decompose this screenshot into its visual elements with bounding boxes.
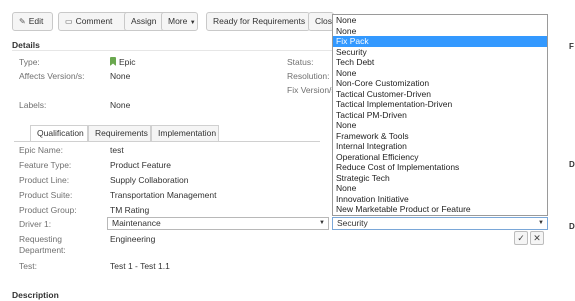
cancel-edit-button[interactable]: ✕	[530, 231, 544, 245]
driver2-select-value: Security	[337, 218, 368, 228]
tab-implementation[interactable]: Implementation	[151, 125, 219, 142]
labels-value: None	[110, 100, 131, 110]
epic-name-value[interactable]: test	[110, 145, 124, 155]
requesting-department-value[interactable]: Engineering	[110, 234, 155, 244]
type-value: Epic	[110, 57, 136, 67]
product-group-label: Product Group:	[19, 205, 77, 215]
product-line-label: Product Line:	[19, 175, 70, 185]
feature-type-value[interactable]: Product Feature	[110, 160, 171, 170]
edit-button-label: Edit	[28, 16, 44, 26]
requesting-department-label-line1: Requesting	[19, 234, 63, 244]
dropdown-option[interactable]: New Marketable Product or Feature	[333, 204, 547, 215]
epic-name-label: Epic Name:	[19, 145, 63, 155]
chevron-down-icon: ▼	[538, 220, 544, 226]
tab-requirements[interactable]: Requirements	[88, 125, 151, 142]
type-value-text: Epic	[119, 57, 136, 67]
close-issue-button[interactable]: Close	[308, 12, 334, 31]
edit-button[interactable]: ✎ Edit	[12, 12, 53, 31]
right-panel-clip-2: D	[569, 160, 575, 169]
speech-bubble-icon: ▭	[65, 17, 73, 26]
pencil-icon: ✎	[19, 17, 26, 26]
close-icon: ✕	[533, 233, 541, 243]
dropdown-option[interactable]: None	[333, 26, 547, 37]
more-button-label: More	[168, 16, 188, 26]
description-heading: Description	[12, 290, 59, 300]
driver1-select[interactable]: Maintenance ▼	[107, 217, 329, 230]
product-line-value[interactable]: Supply Collaboration	[110, 175, 188, 185]
epic-flag-icon	[110, 57, 116, 66]
details-divider	[12, 50, 332, 51]
test-value[interactable]: Test 1 - Test 1.1	[110, 261, 170, 271]
more-button[interactable]: More ▼	[161, 12, 198, 31]
details-heading: Details	[12, 40, 40, 50]
resolution-label: Resolution:	[287, 71, 330, 81]
driver2-dropdown-list[interactable]: None None Fix Pack Security Tech Debt None Non…	[332, 14, 548, 216]
assign-button-label: Assign	[131, 16, 157, 26]
product-suite-label: Product Suite:	[19, 190, 73, 200]
dropdown-option[interactable]: Internal Integration	[333, 141, 547, 152]
dropdown-option[interactable]: Security	[333, 47, 547, 58]
ready-for-requirements-button[interactable]: Ready for Requirements	[206, 12, 310, 31]
right-panel-clip-3: D	[569, 222, 575, 231]
check-icon: ✓	[517, 233, 525, 243]
comment-button[interactable]: ▭ Comment	[58, 12, 131, 31]
fix-version-label: Fix Version/s	[287, 85, 336, 95]
dropdown-option[interactable]: Non-Core Customization	[333, 78, 547, 89]
affects-version-value: None	[110, 71, 131, 81]
feature-type-label: Feature Type:	[19, 160, 72, 170]
right-panel-clip-1: F	[569, 42, 574, 51]
dropdown-option[interactable]: Framework & Tools	[333, 131, 547, 142]
dropdown-option[interactable]: Strategic Tech	[333, 173, 547, 184]
dropdown-option[interactable]: None	[333, 183, 547, 194]
dropdown-option[interactable]: Reduce Cost of Implementations	[333, 162, 547, 173]
dropdown-option[interactable]: None	[333, 120, 547, 131]
requesting-department-label-line2: Department:	[19, 245, 66, 255]
status-label: Status:	[287, 57, 314, 67]
dropdown-option[interactable]: Tactical PM-Driven	[333, 110, 547, 121]
test-label: Test:	[19, 261, 37, 271]
type-label: Type:	[19, 57, 40, 67]
dropdown-option[interactable]: Tactical Implementation-Driven	[333, 99, 547, 110]
dropdown-option[interactable]: None	[333, 15, 547, 26]
chevron-down-icon: ▼	[319, 220, 325, 226]
dropdown-option[interactable]: Operational Efficiency	[333, 152, 547, 163]
confirm-edit-button[interactable]: ✓	[514, 231, 528, 245]
dropdown-option[interactable]: None	[333, 68, 547, 79]
chevron-down-icon: ▼	[189, 20, 196, 26]
dropdown-option[interactable]: Tech Debt	[333, 57, 547, 68]
dropdown-option[interactable]: Innovation Initiative	[333, 194, 547, 205]
comment-button-label: Comment	[75, 16, 113, 26]
product-group-value[interactable]: TM Rating	[110, 205, 149, 215]
driver2-select[interactable]: Security ▼	[332, 217, 548, 230]
affects-version-label: Affects Version/s:	[19, 71, 85, 81]
labels-label: Labels:	[19, 100, 47, 110]
tab-divider	[14, 141, 320, 142]
product-suite-value[interactable]: Transportation Management	[110, 190, 216, 200]
driver1-label: Driver 1:	[19, 219, 52, 229]
dropdown-option[interactable]: Tactical Customer-Driven	[333, 89, 547, 100]
dropdown-option[interactable]: Fix Pack	[333, 36, 547, 47]
ready-button-label: Ready for Requirements	[213, 16, 306, 26]
driver1-select-value: Maintenance	[112, 218, 161, 228]
tab-qualification[interactable]: Qualification	[30, 125, 88, 142]
